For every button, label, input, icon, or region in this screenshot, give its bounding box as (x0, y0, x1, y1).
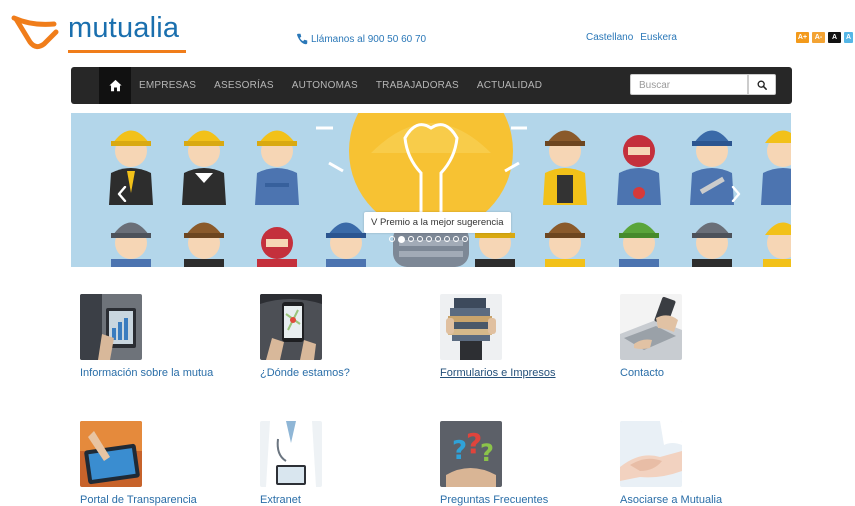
carousel-dot-active[interactable] (398, 235, 405, 243)
tile-formularios[interactable]: Formularios e Impresos (440, 294, 610, 379)
home-button[interactable] (99, 67, 131, 104)
tile-extranet[interactable]: Extranet (260, 421, 430, 506)
tile-asociarse[interactable]: Asociarse a Mutualia (620, 421, 790, 506)
carousel-dot[interactable] (462, 236, 468, 242)
font-decrease-button[interactable]: A- (812, 32, 825, 43)
tile-label[interactable]: ¿Dónde estamos? (260, 367, 430, 379)
tile-preguntas[interactable]: ? ? ? Preguntas Frecuentes (440, 421, 610, 506)
svg-text:?: ? (452, 436, 467, 466)
tile-label[interactable]: Información sobre la mutua (80, 367, 250, 379)
search-icon (757, 80, 767, 90)
carousel-dot[interactable] (417, 236, 423, 242)
nav-items: EMPRESAS ASESORÍAS AUTONOMAS TRABAJADORA… (139, 67, 542, 104)
home-icon (108, 79, 122, 92)
carousel-dot[interactable] (435, 236, 441, 242)
nav-item-empresas[interactable]: EMPRESAS (139, 80, 196, 91)
carousel-dot[interactable] (389, 236, 395, 242)
question-marks-image: ? ? ? (440, 421, 502, 487)
carousel-caption[interactable]: V Premio a la mejor sugerencia (364, 212, 511, 233)
carousel-dot[interactable] (444, 236, 450, 242)
font-increase-button[interactable]: A+ (796, 32, 809, 43)
carousel-dot[interactable] (408, 236, 414, 242)
tablet-business-image (80, 294, 142, 360)
tile-label[interactable]: Portal de Transparencia (80, 494, 250, 506)
handshake-image (620, 421, 682, 487)
tile-transparencia[interactable]: Portal de Transparencia (80, 421, 250, 506)
tile-label[interactable]: Formularios e Impresos (440, 367, 610, 379)
search-button[interactable] (748, 74, 776, 95)
carousel-dot[interactable] (426, 236, 432, 242)
nav-item-asesorias[interactable]: ASESORÍAS (214, 80, 274, 91)
carousel-prev-button[interactable] (113, 183, 131, 205)
font-alt-button[interactable]: A (844, 32, 853, 43)
tile-informacion[interactable]: Información sobre la mutua (80, 294, 250, 379)
language-switcher: Castellano Euskera (586, 32, 677, 43)
carousel-dot[interactable] (453, 236, 459, 242)
chevron-right-icon (731, 186, 741, 202)
logo-underline (68, 50, 186, 53)
main-nav: EMPRESAS ASESORÍAS AUTONOMAS TRABAJADORA… (71, 67, 792, 104)
map-phone-image (260, 294, 322, 360)
carousel-next-button[interactable] (727, 183, 745, 205)
hero-carousel[interactable]: V Premio a la mejor sugerencia (71, 113, 791, 267)
laptop-phone-image (620, 294, 682, 360)
lang-euskera[interactable]: Euskera (640, 32, 677, 43)
lang-castellano[interactable]: Castellano (586, 32, 633, 43)
contrast-button[interactable]: A (828, 32, 841, 43)
phone-icon (297, 33, 308, 45)
phone-link[interactable]: Llámanos al 900 50 60 70 (296, 33, 426, 45)
nav-item-autonomas[interactable]: AUTONOMAS (292, 80, 358, 91)
chevron-left-icon (117, 186, 127, 202)
tile-donde-estamos[interactable]: ¿Dónde estamos? (260, 294, 430, 379)
carousel-indicators (389, 235, 468, 243)
tile-contacto[interactable]: Contacto (620, 294, 790, 379)
tile-label[interactable]: Contacto (620, 367, 790, 379)
nav-item-actualidad[interactable]: ACTUALIDAD (477, 80, 542, 91)
accessibility-controls: A+ A- A A (796, 32, 853, 43)
workers-lightbulb-illustration (71, 113, 791, 267)
tile-label[interactable]: Asociarse a Mutualia (620, 494, 790, 506)
logo-mark-icon (11, 15, 59, 50)
nav-item-trabajadoras[interactable]: TRABAJADORAS (376, 80, 459, 91)
search-input[interactable]: Buscar (630, 74, 748, 95)
svg-text:?: ? (480, 439, 494, 467)
logo-text: mutualia (68, 12, 180, 44)
logo[interactable]: mutualia (10, 12, 186, 56)
binders-image (440, 294, 502, 360)
tile-label[interactable]: Extranet (260, 494, 430, 506)
tile-label[interactable]: Preguntas Frecuentes (440, 494, 610, 506)
touchscreen-image (80, 421, 142, 487)
phone-text: Llámanos al 900 50 60 70 (311, 33, 427, 45)
doctor-tablet-image (260, 421, 322, 487)
